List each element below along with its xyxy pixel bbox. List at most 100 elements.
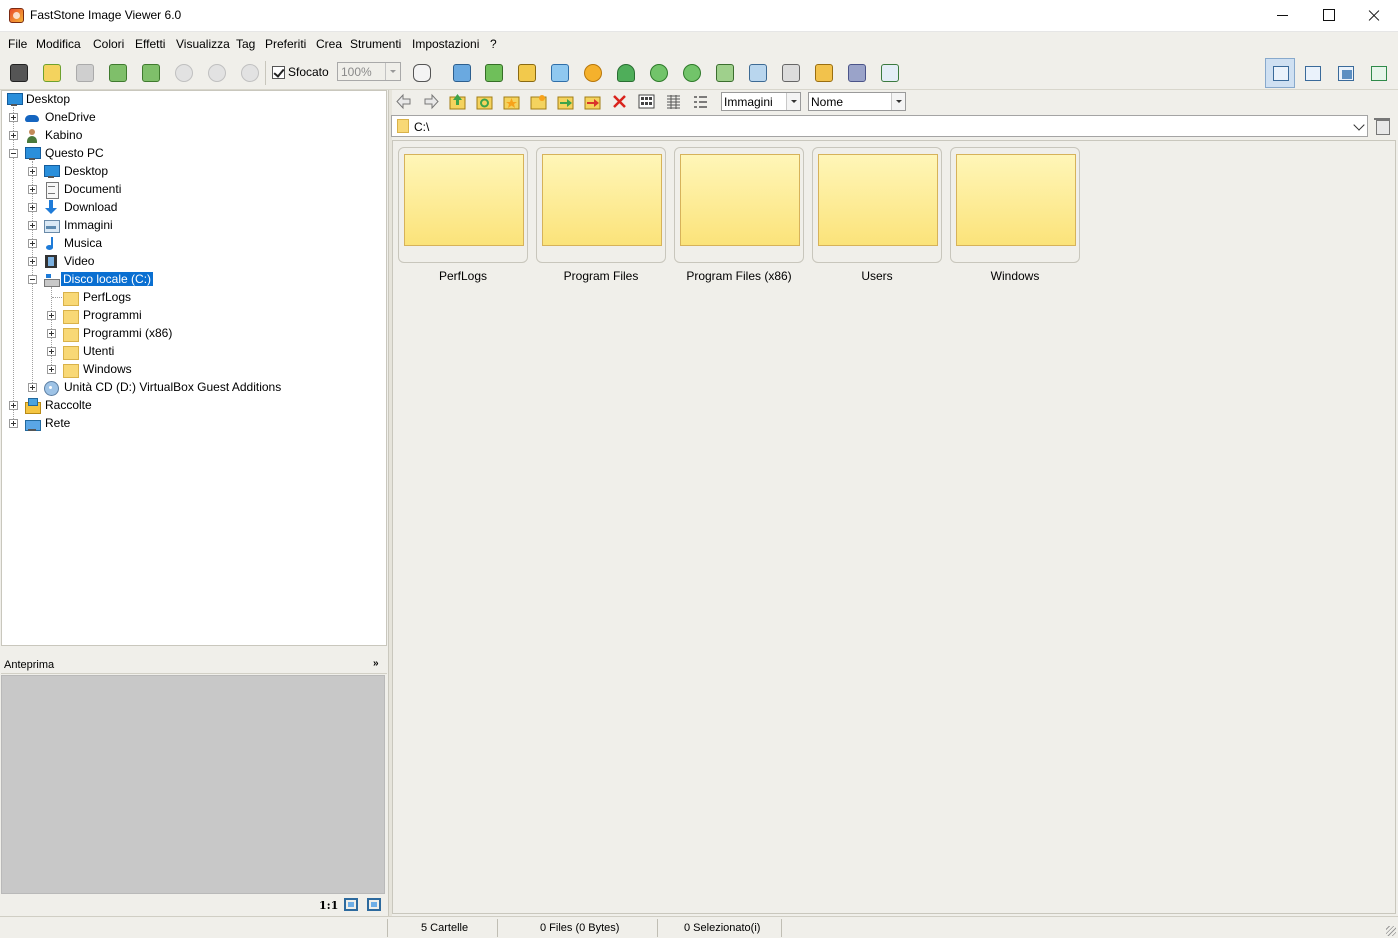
browser-layout-button[interactable] (1265, 58, 1295, 88)
save-icon[interactable] (74, 62, 96, 84)
tree-item-documents[interactable]: Documenti (2, 181, 382, 199)
cb-icon[interactable] (549, 62, 571, 84)
back-icon[interactable] (396, 93, 413, 110)
tree-item-programs-x86[interactable]: Programmi (x86) (2, 325, 382, 343)
favorites-icon[interactable] (503, 93, 520, 110)
zoom-out-icon[interactable] (206, 62, 228, 84)
path-combobox[interactable]: C:\ (391, 115, 1368, 137)
tree-item-perflogs[interactable]: PerfLogs (2, 289, 382, 307)
hand-icon[interactable] (411, 62, 433, 84)
menu-crea[interactable]: Crea (316, 37, 342, 51)
clear-history-icon[interactable] (1374, 117, 1390, 135)
upload-icon[interactable] (483, 62, 505, 84)
minimize-button[interactable] (1259, 0, 1305, 31)
close-button[interactable] (1351, 0, 1397, 31)
folder-thumbnail[interactable] (398, 147, 528, 263)
zoom-in-icon[interactable] (173, 62, 195, 84)
expand-icon[interactable] (47, 311, 56, 320)
zoom-dropdown[interactable]: 100% (337, 62, 401, 81)
camera-icon[interactable] (8, 62, 30, 84)
move-to-icon[interactable] (584, 93, 601, 110)
menu-impostazioni[interactable]: Impostazioni (412, 37, 479, 51)
single-image-button[interactable] (1330, 58, 1360, 88)
fullscreen-button[interactable] (1363, 58, 1393, 88)
folder-thumbnail[interactable] (674, 147, 804, 263)
collapse-icon[interactable] (28, 275, 37, 284)
print-icon[interactable] (846, 62, 868, 84)
collapse-chevron-icon[interactable]: » (373, 658, 379, 669)
brightness-icon[interactable] (582, 62, 604, 84)
prev-icon[interactable] (107, 62, 129, 84)
tree-item-images[interactable]: Immagini (2, 217, 382, 235)
expand-icon[interactable] (28, 185, 37, 194)
crop-icon[interactable] (516, 62, 538, 84)
blur-checkbox[interactable] (272, 66, 285, 79)
fit-window-icon[interactable] (344, 898, 358, 911)
menu-help[interactable]: ? (490, 37, 497, 51)
sort-dropdown[interactable]: Nome (808, 92, 906, 111)
tree-item-collections[interactable]: Raccolte (2, 397, 382, 415)
tree-item-video[interactable]: Video (2, 253, 382, 271)
wallpaper-icon[interactable] (747, 62, 769, 84)
email-icon[interactable] (813, 62, 835, 84)
expand-icon[interactable] (28, 221, 37, 230)
expand-icon[interactable] (28, 167, 37, 176)
batch-icon[interactable] (879, 62, 901, 84)
scan-icon[interactable] (780, 62, 802, 84)
expand-icon[interactable] (47, 347, 56, 356)
next-icon[interactable] (140, 62, 162, 84)
maximize-button[interactable] (1305, 0, 1351, 31)
preview-layout-button[interactable] (1297, 58, 1327, 88)
actual-size-button[interactable]: 1:1 (319, 899, 338, 912)
details-view-icon[interactable] (692, 93, 709, 110)
copy-to-icon[interactable] (557, 93, 574, 110)
folder-thumbnail[interactable] (536, 147, 666, 263)
folder-thumbnail[interactable] (950, 147, 1080, 263)
menu-tag[interactable]: Tag (236, 37, 255, 51)
fit-icon[interactable] (239, 62, 261, 84)
delete-icon[interactable] (611, 93, 628, 110)
up-folder-icon[interactable] (449, 93, 466, 110)
list-view-icon[interactable] (665, 93, 682, 110)
menu-strumenti[interactable]: Strumenti (350, 37, 401, 51)
refresh-folder-icon[interactable] (476, 93, 493, 110)
expand-icon[interactable] (28, 239, 37, 248)
tree-item-cd-drive[interactable]: Unità CD (D:) VirtualBox Guest Additions (2, 379, 382, 397)
full-screen-icon[interactable] (367, 898, 381, 911)
tree-item-programs[interactable]: Programmi (2, 307, 382, 325)
expand-icon[interactable] (9, 401, 18, 410)
open-folder-icon[interactable] (41, 62, 63, 84)
menu-file[interactable]: File (8, 37, 27, 51)
thumbnails-view-icon[interactable] (638, 93, 655, 110)
menu-visualizza[interactable]: Visualizza (176, 37, 230, 51)
expand-icon[interactable] (9, 131, 18, 140)
expand-icon[interactable] (9, 113, 18, 122)
expand-icon[interactable] (28, 203, 37, 212)
filter-dropdown[interactable]: Immagini (721, 92, 801, 111)
menu-modifica[interactable]: Modifica (36, 37, 81, 51)
tree-item-this-pc[interactable]: Questo PC (2, 145, 382, 163)
expand-icon[interactable] (28, 383, 37, 392)
tree-item-user[interactable]: Kabino (2, 127, 382, 145)
tree-item-network[interactable]: Rete (2, 415, 382, 433)
tree-item-download[interactable]: Download (2, 199, 382, 217)
expand-icon[interactable] (47, 329, 56, 338)
stamp-icon[interactable] (615, 62, 637, 84)
resize-grip-icon[interactable] (1386, 926, 1396, 936)
menu-preferiti[interactable]: Preferiti (265, 37, 306, 51)
menu-colori[interactable]: Colori (93, 37, 124, 51)
expand-icon[interactable] (9, 419, 18, 428)
tree-item-onedrive[interactable]: OneDrive (2, 109, 382, 127)
collapse-icon[interactable] (9, 149, 18, 158)
tree-item-users[interactable]: Utenti (2, 343, 382, 361)
forward-icon[interactable] (422, 93, 439, 110)
tree-item-desktop-root[interactable]: Desktop (2, 91, 382, 109)
compare-icon[interactable] (714, 62, 736, 84)
tree-item-windows[interactable]: Windows (2, 361, 382, 379)
new-folder-icon[interactable] (530, 93, 547, 110)
rotate-left-icon[interactable] (648, 62, 670, 84)
expand-icon[interactable] (28, 257, 37, 266)
expand-icon[interactable] (47, 365, 56, 374)
menu-effetti[interactable]: Effetti (135, 37, 165, 51)
tree-item-desktop[interactable]: Desktop (2, 163, 382, 181)
